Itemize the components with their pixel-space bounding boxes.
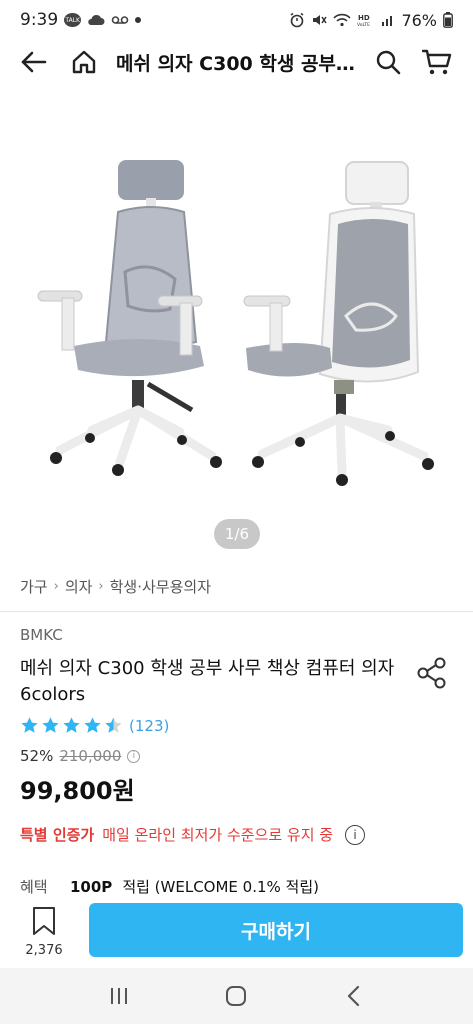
chair-rear-view [243,161,434,486]
product-image-gallery[interactable] [0,84,473,564]
battery-level: 76% [401,10,437,30]
system-navigation-bar [0,968,473,1024]
benefit-points: 100P [70,877,113,896]
search-icon [376,50,401,75]
breadcrumb: 가구 › 의자 › 학생·사무용의자 [20,574,211,598]
divider [0,611,473,612]
talk-icon: TALK [64,13,82,27]
back-nav-button[interactable] [334,976,374,1016]
chevron-right-icon: › [98,578,104,594]
benefit-text: 적립 (WELCOME 0.1% 적립) [122,878,319,896]
svg-text:HD: HD [358,14,370,22]
rating[interactable]: (123) [20,716,169,735]
review-count[interactable]: (123) [129,717,169,735]
share-icon [417,657,446,689]
alarm-icon [290,12,304,28]
cart-icon [422,49,452,75]
wifi-icon [333,13,352,27]
discount-rate: 52% [20,747,54,765]
back-arrow-icon [21,51,47,73]
bookmark-icon [33,907,55,935]
price-line: 52% 210,000 i [20,747,141,765]
page-title: 메쉬 의자 C300 학생 공부… [116,52,355,75]
star-half-icon [105,717,122,733]
image-counter: 1/6 [214,519,260,549]
certification-text: 매일 온라인 최저가 수준으로 유지 중 [102,826,334,844]
signal-icon [382,16,393,26]
certification-line: 특별 인증가 매일 온라인 최저가 수준으로 유지 중 i [20,824,366,845]
info-icon[interactable]: i [345,824,366,845]
svg-text:VoLTE: VoLTE [357,22,370,27]
wishlist-button[interactable]: 2,376 [14,906,74,958]
home-circle-icon [226,986,247,1006]
star-icon [84,717,101,733]
breadcrumb-item-office-chair[interactable]: 학생·사무용의자 [110,576,211,597]
hd-voice-icon: HDVoLTE [357,14,370,27]
voicemail-icon [111,16,129,24]
breadcrumb-item-chair[interactable]: 의자 [65,576,93,597]
star-icon [21,717,38,733]
home-icon [72,50,96,74]
certification-badge: 특별 인증가 [20,826,95,844]
battery-icon [443,12,453,28]
recent-apps-button[interactable] [99,976,139,1016]
chair-front-view [37,160,222,476]
home-nav-button[interactable] [216,976,256,1016]
star-icon [63,717,80,733]
buy-button[interactable]: 구매하기 [89,903,463,957]
home-button[interactable] [62,40,106,84]
share-button[interactable] [416,656,452,692]
breadcrumb-item-furniture[interactable]: 가구 [20,576,48,597]
app-bar: 메쉬 의자 C300 학생 공부… [0,40,473,84]
info-icon[interactable]: i [127,749,141,763]
status-time: 9:39 [20,10,59,30]
mute-icon [313,15,328,25]
status-bar: 9:39 TALK HD VoLTE 76% [0,0,473,40]
benefit-line: 혜택 100P 적립 (WELCOME 0.1% 적립) [20,876,319,897]
product-title: 메쉬 의자 C300 학생 공부 사무 책상 컴퓨터 의자 6colors [20,658,395,705]
chevron-left-icon [348,985,360,1007]
cloud-icon [88,14,105,25]
cart-button[interactable] [415,40,459,84]
product-image [37,160,434,486]
original-price: 210,000 [59,747,122,765]
brand-name[interactable]: BMKC [20,626,63,644]
benefit-label: 혜택 [20,878,48,896]
dot-icon [135,17,142,23]
sale-price: 99,800원 [20,777,135,805]
back-button[interactable] [12,40,56,84]
chevron-right-icon: › [53,578,59,594]
recent-apps-icon [110,988,127,1004]
search-button[interactable] [366,40,410,84]
wishlist-count: 2,376 [25,943,63,958]
star-icon [42,717,59,733]
